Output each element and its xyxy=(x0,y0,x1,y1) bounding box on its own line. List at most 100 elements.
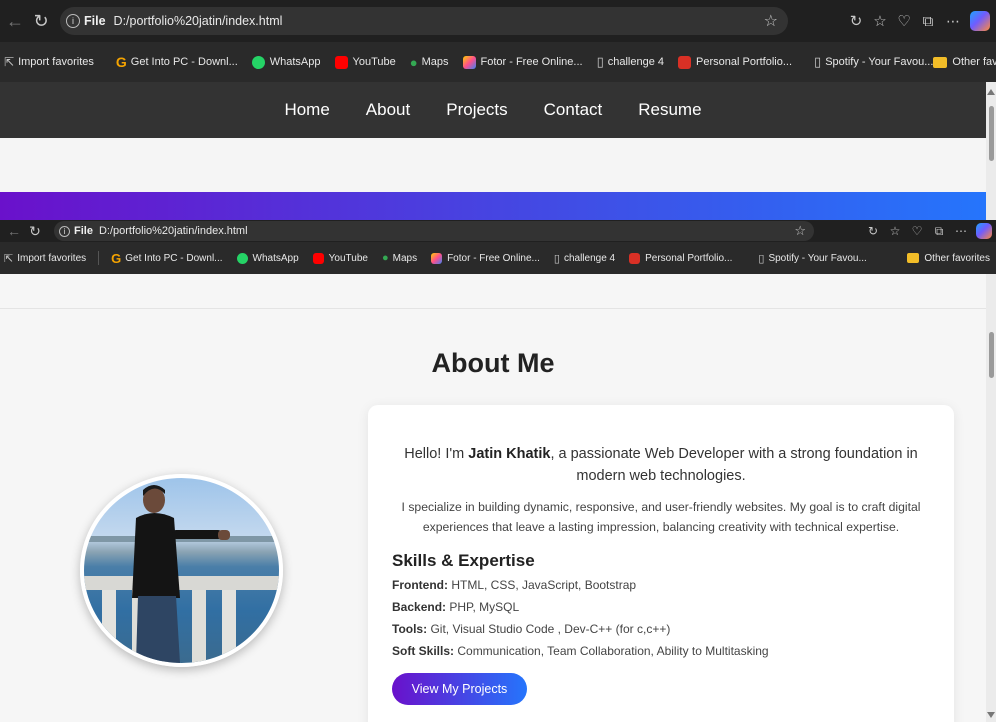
refresh-settings-icon[interactable]: ↻ xyxy=(862,224,884,238)
folder-icon xyxy=(907,253,920,263)
favorites-icon[interactable]: ☆ xyxy=(884,224,906,238)
getintopc-icon: G xyxy=(111,250,122,266)
scroll-thumb[interactable] xyxy=(989,332,994,378)
bookmark-label: challenge 4 xyxy=(563,252,616,264)
bookmark-maps[interactable]: ● Maps xyxy=(382,252,417,264)
url-text: D:/portfolio%20jatin/index.html xyxy=(113,14,283,28)
bookmark-youtube[interactable]: YouTube xyxy=(312,252,368,264)
back-icon[interactable]: ← xyxy=(4,223,24,239)
bookmark-getintopc[interactable]: G Get Into PC - Downl... xyxy=(111,251,222,266)
bookmark-label: Fotor - Free Online... xyxy=(447,252,540,264)
import-icon: ⇱ xyxy=(4,252,14,265)
bookmark-getintopc[interactable]: G Get Into PC - Downl... xyxy=(116,54,238,70)
import-icon: ⇱ xyxy=(4,55,15,69)
about-title: About Me xyxy=(431,348,555,378)
bookmark-import-favorites[interactable]: ⇱ Import favorites xyxy=(4,252,86,265)
bookmark-separator xyxy=(98,251,100,265)
bookmarks-bar-2: ⇱ Import favorites G Get Into PC - Downl… xyxy=(0,242,996,274)
skill-value: Git, Visual Studio Code , Dev-C++ (for c… xyxy=(427,622,671,636)
bookmark-personal-portfolio[interactable]: Personal Portfolio... xyxy=(629,252,732,264)
bookmark-label: Import favorites xyxy=(17,252,87,264)
bookmark-label: YouTube xyxy=(352,56,396,68)
scroll-thumb[interactable] xyxy=(989,106,994,161)
extensions-icon[interactable]: ⧉ xyxy=(928,224,950,239)
bookmark-fotor[interactable]: Fotor - Free Online... xyxy=(431,252,540,264)
page-scrollbar-1[interactable] xyxy=(986,82,996,220)
bookmarks-bar: ⇱ Import favorites G Get Into PC - Downl… xyxy=(0,42,996,82)
skill-value: HTML, CSS, JavaScript, Bootstrap xyxy=(448,578,637,592)
bookmark-label: Maps xyxy=(392,252,418,264)
bookmark-label: Get Into PC - Downl... xyxy=(130,56,238,68)
address-bar-2[interactable]: i File D:/portfolio%20jatin/index.html ☆ xyxy=(54,221,814,241)
bookmark-maps[interactable]: ● Maps xyxy=(410,55,449,70)
bookmark-spotify[interactable]: ▯ Spotify - Your Favou... xyxy=(758,252,866,265)
bookmark-youtube[interactable]: YouTube xyxy=(334,55,396,69)
favorite-star-icon[interactable]: ☆ xyxy=(794,223,806,239)
intro-text: Hello! I'm xyxy=(404,446,469,462)
scroll-down-arrow-icon[interactable] xyxy=(987,712,995,718)
bookmark-fotor[interactable]: Fotor - Free Online... xyxy=(462,55,583,69)
bookmark-label: Other favorites xyxy=(924,252,990,264)
bookmark-label: Get Into PC - Downl... xyxy=(125,252,223,264)
favorites-icon[interactable]: ☆ xyxy=(868,12,892,30)
nav-home[interactable]: Home xyxy=(284,100,329,120)
whatsapp-icon xyxy=(236,252,248,264)
back-icon[interactable]: ← xyxy=(2,11,28,32)
refresh-settings-icon[interactable]: ↻ xyxy=(844,12,868,30)
nav-projects[interactable]: Projects xyxy=(446,100,507,120)
more-icon[interactable]: ⋯ xyxy=(950,224,972,238)
skill-label: Frontend: xyxy=(392,578,448,592)
extensions-icon[interactable]: ⧉ xyxy=(916,13,940,30)
page-icon: ▯ xyxy=(814,54,822,69)
favorite-star-icon[interactable]: ☆ xyxy=(764,11,778,31)
skill-label: Soft Skills: xyxy=(392,644,455,658)
copilot-icon[interactable] xyxy=(970,11,990,31)
nav-about[interactable]: About xyxy=(366,100,410,120)
skill-backend: Backend: PHP, MySQL xyxy=(392,600,930,615)
refresh-icon[interactable]: ↻ xyxy=(28,11,54,32)
skill-value: Communication, Team Collaboration, Abili… xyxy=(454,644,769,658)
view-projects-button[interactable]: View My Projects xyxy=(392,673,527,705)
getintopc-icon: G xyxy=(115,54,127,70)
nav-contact[interactable]: Contact xyxy=(544,100,603,120)
pdf-icon xyxy=(629,252,641,264)
bookmark-whatsapp[interactable]: WhatsApp xyxy=(236,252,299,264)
info-icon[interactable]: i xyxy=(66,14,80,28)
url-text: D:/portfolio%20jatin/index.html xyxy=(98,225,248,237)
page-scrollbar-2[interactable] xyxy=(986,274,996,722)
bookmark-label: Spotify - Your Favou... xyxy=(825,56,934,68)
skill-tools: Tools: Git, Visual Studio Code , Dev-C++… xyxy=(392,622,930,637)
about-description: I specialize in building dynamic, respon… xyxy=(401,500,921,534)
bookmark-personal-portfolio[interactable]: Personal Portfolio... xyxy=(678,55,792,69)
info-icon[interactable]: i xyxy=(59,225,70,237)
profile-photo xyxy=(80,474,283,667)
bookmark-other-favorites[interactable]: Other favorites xyxy=(933,56,996,68)
browser-toolbar-2: ← ↻ i File D:/portfolio%20jatin/index.ht… xyxy=(0,220,996,242)
whatsapp-icon xyxy=(251,55,265,69)
bookmark-challenge-4[interactable]: ▯ challenge 4 xyxy=(554,252,615,265)
scroll-up-arrow-icon[interactable] xyxy=(987,89,995,95)
bookmark-label: Maps xyxy=(421,56,449,68)
page-icon: ▯ xyxy=(553,252,560,265)
bookmark-spotify[interactable]: ▯ Spotify - Your Favou... xyxy=(814,54,933,70)
refresh-icon[interactable]: ↻ xyxy=(24,223,46,240)
bookmark-challenge-4[interactable]: ▯ challenge 4 xyxy=(597,54,664,70)
nav-resume[interactable]: Resume xyxy=(638,100,701,120)
browser-essentials-icon[interactable]: ♡ xyxy=(906,224,928,238)
browser-essentials-icon[interactable]: ♡ xyxy=(892,12,916,30)
bookmark-label: Import favorites xyxy=(18,56,94,68)
bookmark-label: Spotify - Your Favou... xyxy=(768,252,867,264)
hero-gradient-band xyxy=(0,192,986,220)
skill-label: Tools: xyxy=(392,622,428,636)
bookmark-other-favorites[interactable]: Other favorites xyxy=(907,253,990,264)
skill-value: PHP, MySQL xyxy=(446,600,520,614)
fotor-icon xyxy=(462,55,476,69)
fotor-icon xyxy=(431,252,443,264)
bookmark-import-favorites[interactable]: ⇱ Import favorites xyxy=(4,55,94,69)
bookmark-whatsapp[interactable]: WhatsApp xyxy=(251,55,321,69)
copilot-icon[interactable] xyxy=(976,223,992,239)
address-bar[interactable]: i File D:/portfolio%20jatin/index.html ☆ xyxy=(60,7,788,35)
more-icon[interactable]: ⋯ xyxy=(940,13,966,30)
profile-photo-illustration xyxy=(84,485,279,663)
pdf-icon xyxy=(678,55,692,69)
